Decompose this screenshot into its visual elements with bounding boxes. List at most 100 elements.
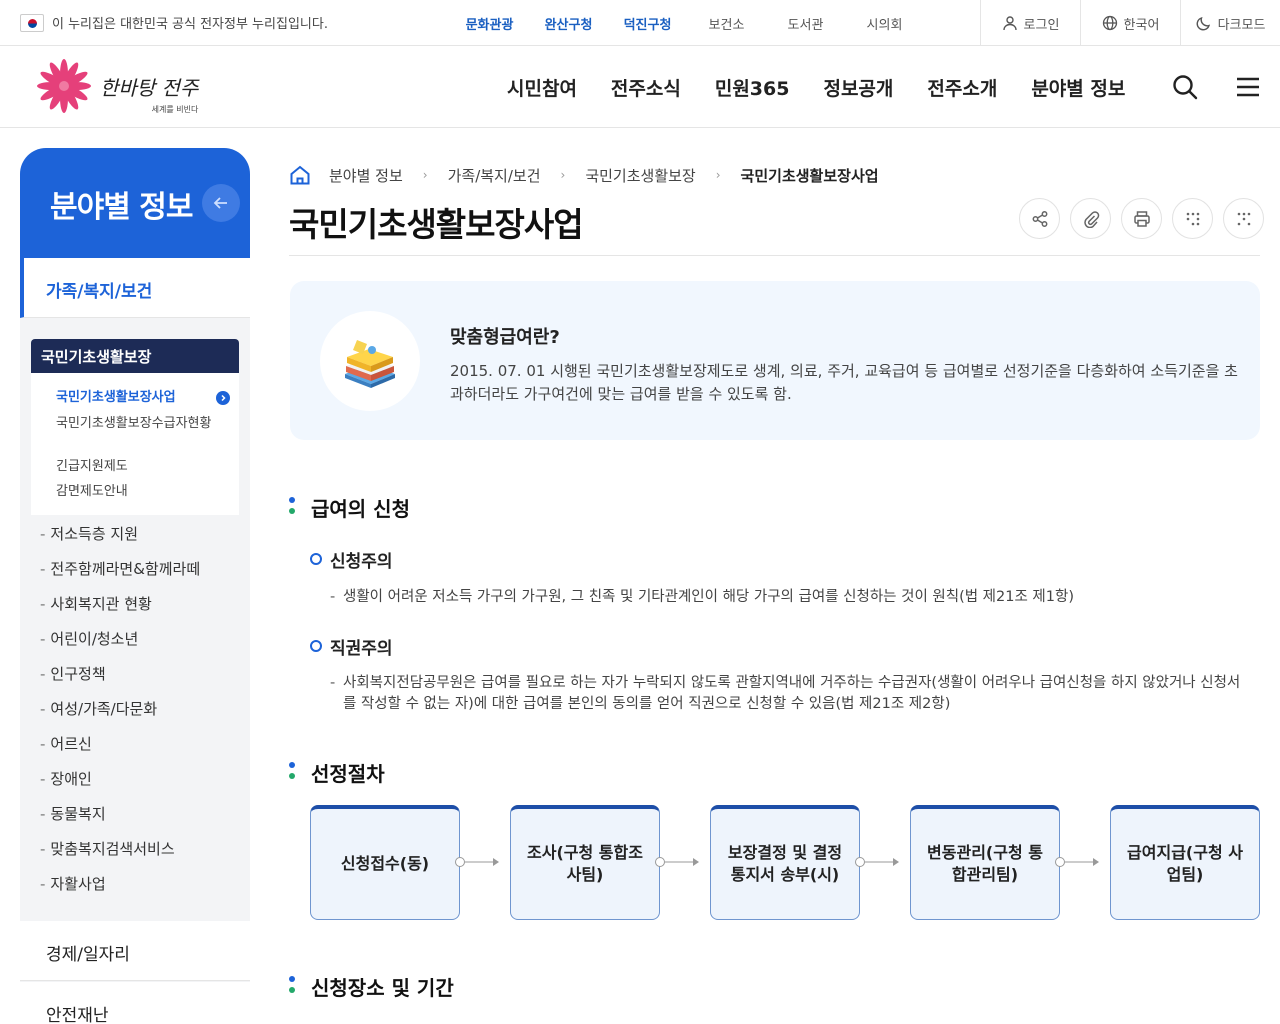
gov-banner: 이 누리집은 대한민국 공식 전자정부 누리집입니다. 문화관광 완산구청 덕진… [0, 0, 1280, 46]
breadcrumb-separator-icon: › [560, 168, 566, 182]
expand-button[interactable] [1223, 198, 1264, 239]
site-logo[interactable]: 한바탕 전주 세계를 비빈다 [30, 58, 200, 114]
step-arrow-icon [655, 857, 699, 867]
sidebar-title: 분야별 정보 [50, 190, 193, 225]
sidebar-group-item[interactable]: 사회복지관 현황 [40, 593, 151, 614]
step-arrow-icon [455, 857, 499, 867]
submenu-item-reduction[interactable]: 감면제도안내 [56, 483, 221, 500]
search-icon[interactable] [1172, 74, 1198, 100]
sidebar-group-item[interactable]: 맞춤복지검색서비스 [40, 838, 174, 859]
darkmode-button[interactable]: 다크모드 [1180, 0, 1280, 46]
subsection-text-ex-officio: 사회복지전담공무원은 급여를 필요로 하는 자가 누락되지 않도록 관할지역내에… [330, 673, 1250, 715]
sidebar-group-item[interactable]: 인구정책 [40, 663, 105, 684]
attach-button[interactable] [1070, 198, 1111, 239]
sidebar-submenu: 국민기초생활보장사업 국민기초생활보장수급자현황 긴급지원제도 감면제도안내 [31, 373, 239, 515]
sidebar-group-item[interactable]: 자활사업 [40, 873, 105, 894]
sidebar-group-item[interactable]: 여성/가족/다문화 [40, 698, 157, 719]
sidebar-category-label: 경제/일자리 [46, 945, 130, 965]
gov-link-library[interactable]: 도서관 [766, 14, 845, 33]
nav-about[interactable]: 전주소개 [910, 74, 1014, 101]
sidebar-group-item[interactable]: 전주함께라면&함께라떼 [40, 558, 200, 579]
procedure-step-2: 조사(구청 통합조사팀) [510, 805, 660, 920]
sidebar-back-button[interactable] [202, 184, 240, 222]
nav-citizen[interactable]: 시민참여 [490, 74, 594, 101]
darkmode-label: 다크모드 [1217, 17, 1266, 33]
breadcrumb-item[interactable]: 가족/복지/보건 [448, 165, 541, 186]
breadcrumb-item[interactable]: 국민기초생활보장 [585, 165, 695, 186]
qr-button[interactable] [1172, 198, 1213, 239]
paperclip-icon [1083, 210, 1099, 228]
subsection-title-application: 신청주의 [310, 547, 393, 572]
submenu-item-basic-living-project[interactable]: 국민기초생활보장사업 [56, 389, 221, 406]
nav-info[interactable]: 정보공개 [806, 74, 910, 101]
gov-links: 문화관광 완산구청 덕진구청 보건소 도서관 시의회 [450, 0, 924, 46]
home-icon[interactable] [289, 164, 311, 186]
gov-link-council[interactable]: 시의회 [845, 14, 924, 33]
page-tools [1019, 198, 1264, 239]
breadcrumb-separator-icon: › [715, 168, 721, 182]
breadcrumb-current: 국민기초생활보장사업 [740, 166, 879, 185]
gov-link-wansan[interactable]: 완산구청 [529, 14, 608, 33]
nav-news[interactable]: 전주소식 [594, 74, 698, 101]
qr-dots-icon [1186, 212, 1199, 225]
sidebar-group-item[interactable]: 장애인 [40, 768, 91, 789]
login-button[interactable]: 로그인 [980, 0, 1080, 46]
sidebar-category-safety[interactable]: 안전재난 [20, 982, 250, 1024]
gov-link-health[interactable]: 보건소 [687, 14, 766, 33]
procedure-step-3: 보장결정 및 결정통지서 송부(시) [710, 805, 860, 920]
info-description: 2015. 07. 01 시행된 국민기초생활보장제도로 생계, 의료, 주거,… [450, 362, 1238, 403]
gov-link-culture[interactable]: 문화관광 [450, 14, 529, 33]
breadcrumb: 분야별 정보 › 가족/복지/보건 › 국민기초생활보장 › 국민기초생활보장사… [289, 164, 879, 186]
procedure-step-1: 신청접수(동) [310, 805, 460, 920]
nav-fields[interactable]: 분야별 정보 [1014, 74, 1142, 101]
sidebar-category-family[interactable]: 가족/복지/보건 [20, 258, 250, 318]
subsection-text-application: 생활이 어려운 저소득 가구의 가구원, 그 친족 및 기타관계인이 해당 가구… [330, 587, 1250, 608]
sidebar-group-item[interactable]: 어르신 [40, 733, 91, 754]
gov-link-deokjin[interactable]: 덕진구청 [608, 14, 687, 33]
sidebar-group-active[interactable]: 국민기초생활보장 [31, 339, 239, 373]
info-box: 맞춤형급여란? 2015. 07. 01 시행된 국민기초생활보장제도로 생계,… [290, 281, 1260, 440]
print-button[interactable] [1121, 198, 1162, 239]
logo-main-text: 한바탕 전주 [100, 75, 199, 100]
step-arrow-icon [855, 857, 899, 867]
subsection-title-ex-officio: 직권주의 [310, 634, 393, 659]
page-title: 국민기초생활보장사업 [289, 205, 584, 244]
main-nav: 시민참여 전주소식 민원365 정보공개 전주소개 분야별 정보 [490, 46, 1142, 128]
sidebar-category-label: 가족/복지/보건 [46, 282, 153, 302]
gov-notice-text: 이 누리집은 대한민국 공식 전자정부 누리집입니다. [52, 17, 328, 32]
share-button[interactable] [1019, 198, 1060, 239]
hamburger-menu-icon[interactable] [1236, 76, 1260, 98]
printer-icon [1133, 210, 1150, 227]
step-arrow-icon [1055, 857, 1099, 867]
sidebar-category-economy[interactable]: 경제/일자리 [20, 921, 250, 981]
sidebar-group-item[interactable]: 동물복지 [40, 803, 105, 824]
language-label: 한국어 [1123, 17, 1160, 33]
sidebar-group-item[interactable]: 저소득층 지원 [40, 523, 138, 544]
books-icon-wrap [320, 311, 420, 411]
globe-icon [1102, 15, 1117, 31]
nav-civil[interactable]: 민원365 [698, 74, 807, 101]
expand-dots-icon [1237, 212, 1250, 225]
procedure-step-4: 변동관리(구청 통합관리팀) [910, 805, 1060, 920]
sidebar-category-label: 안전재난 [46, 1006, 109, 1024]
share-icon [1032, 210, 1047, 227]
submenu-item-emergency-support[interactable]: 긴급지원제도 [56, 458, 221, 475]
language-button[interactable]: 한국어 [1080, 0, 1180, 46]
info-title: 맞춤형급여란? [450, 327, 560, 348]
title-divider [289, 255, 1260, 256]
sidebar-header: 분야별 정보 [20, 148, 250, 258]
logo-wordmark: 한바탕 전주 세계를 비빈다 [100, 72, 199, 114]
utility-menu: 로그인 한국어 다크모드 [980, 0, 1280, 46]
sidebar-group-item[interactable]: 어린이/청소년 [40, 628, 138, 649]
korea-flag-icon [20, 13, 44, 32]
breadcrumb-separator-icon: › [422, 168, 428, 182]
section-title-apply: 급여의 신청 [289, 493, 410, 522]
moon-icon [1196, 16, 1210, 31]
user-icon [1002, 16, 1017, 31]
breadcrumb-item[interactable]: 분야별 정보 [329, 165, 403, 186]
section-title-place: 신청장소 및 기간 [289, 972, 454, 1001]
arrow-left-icon [213, 197, 227, 209]
procedure-step-5: 급여지급(구청 사업팀) [1110, 805, 1260, 920]
login-label: 로그인 [1023, 17, 1060, 33]
submenu-item-recipient-status[interactable]: 국민기초생활보장수급자현황 [56, 415, 221, 432]
